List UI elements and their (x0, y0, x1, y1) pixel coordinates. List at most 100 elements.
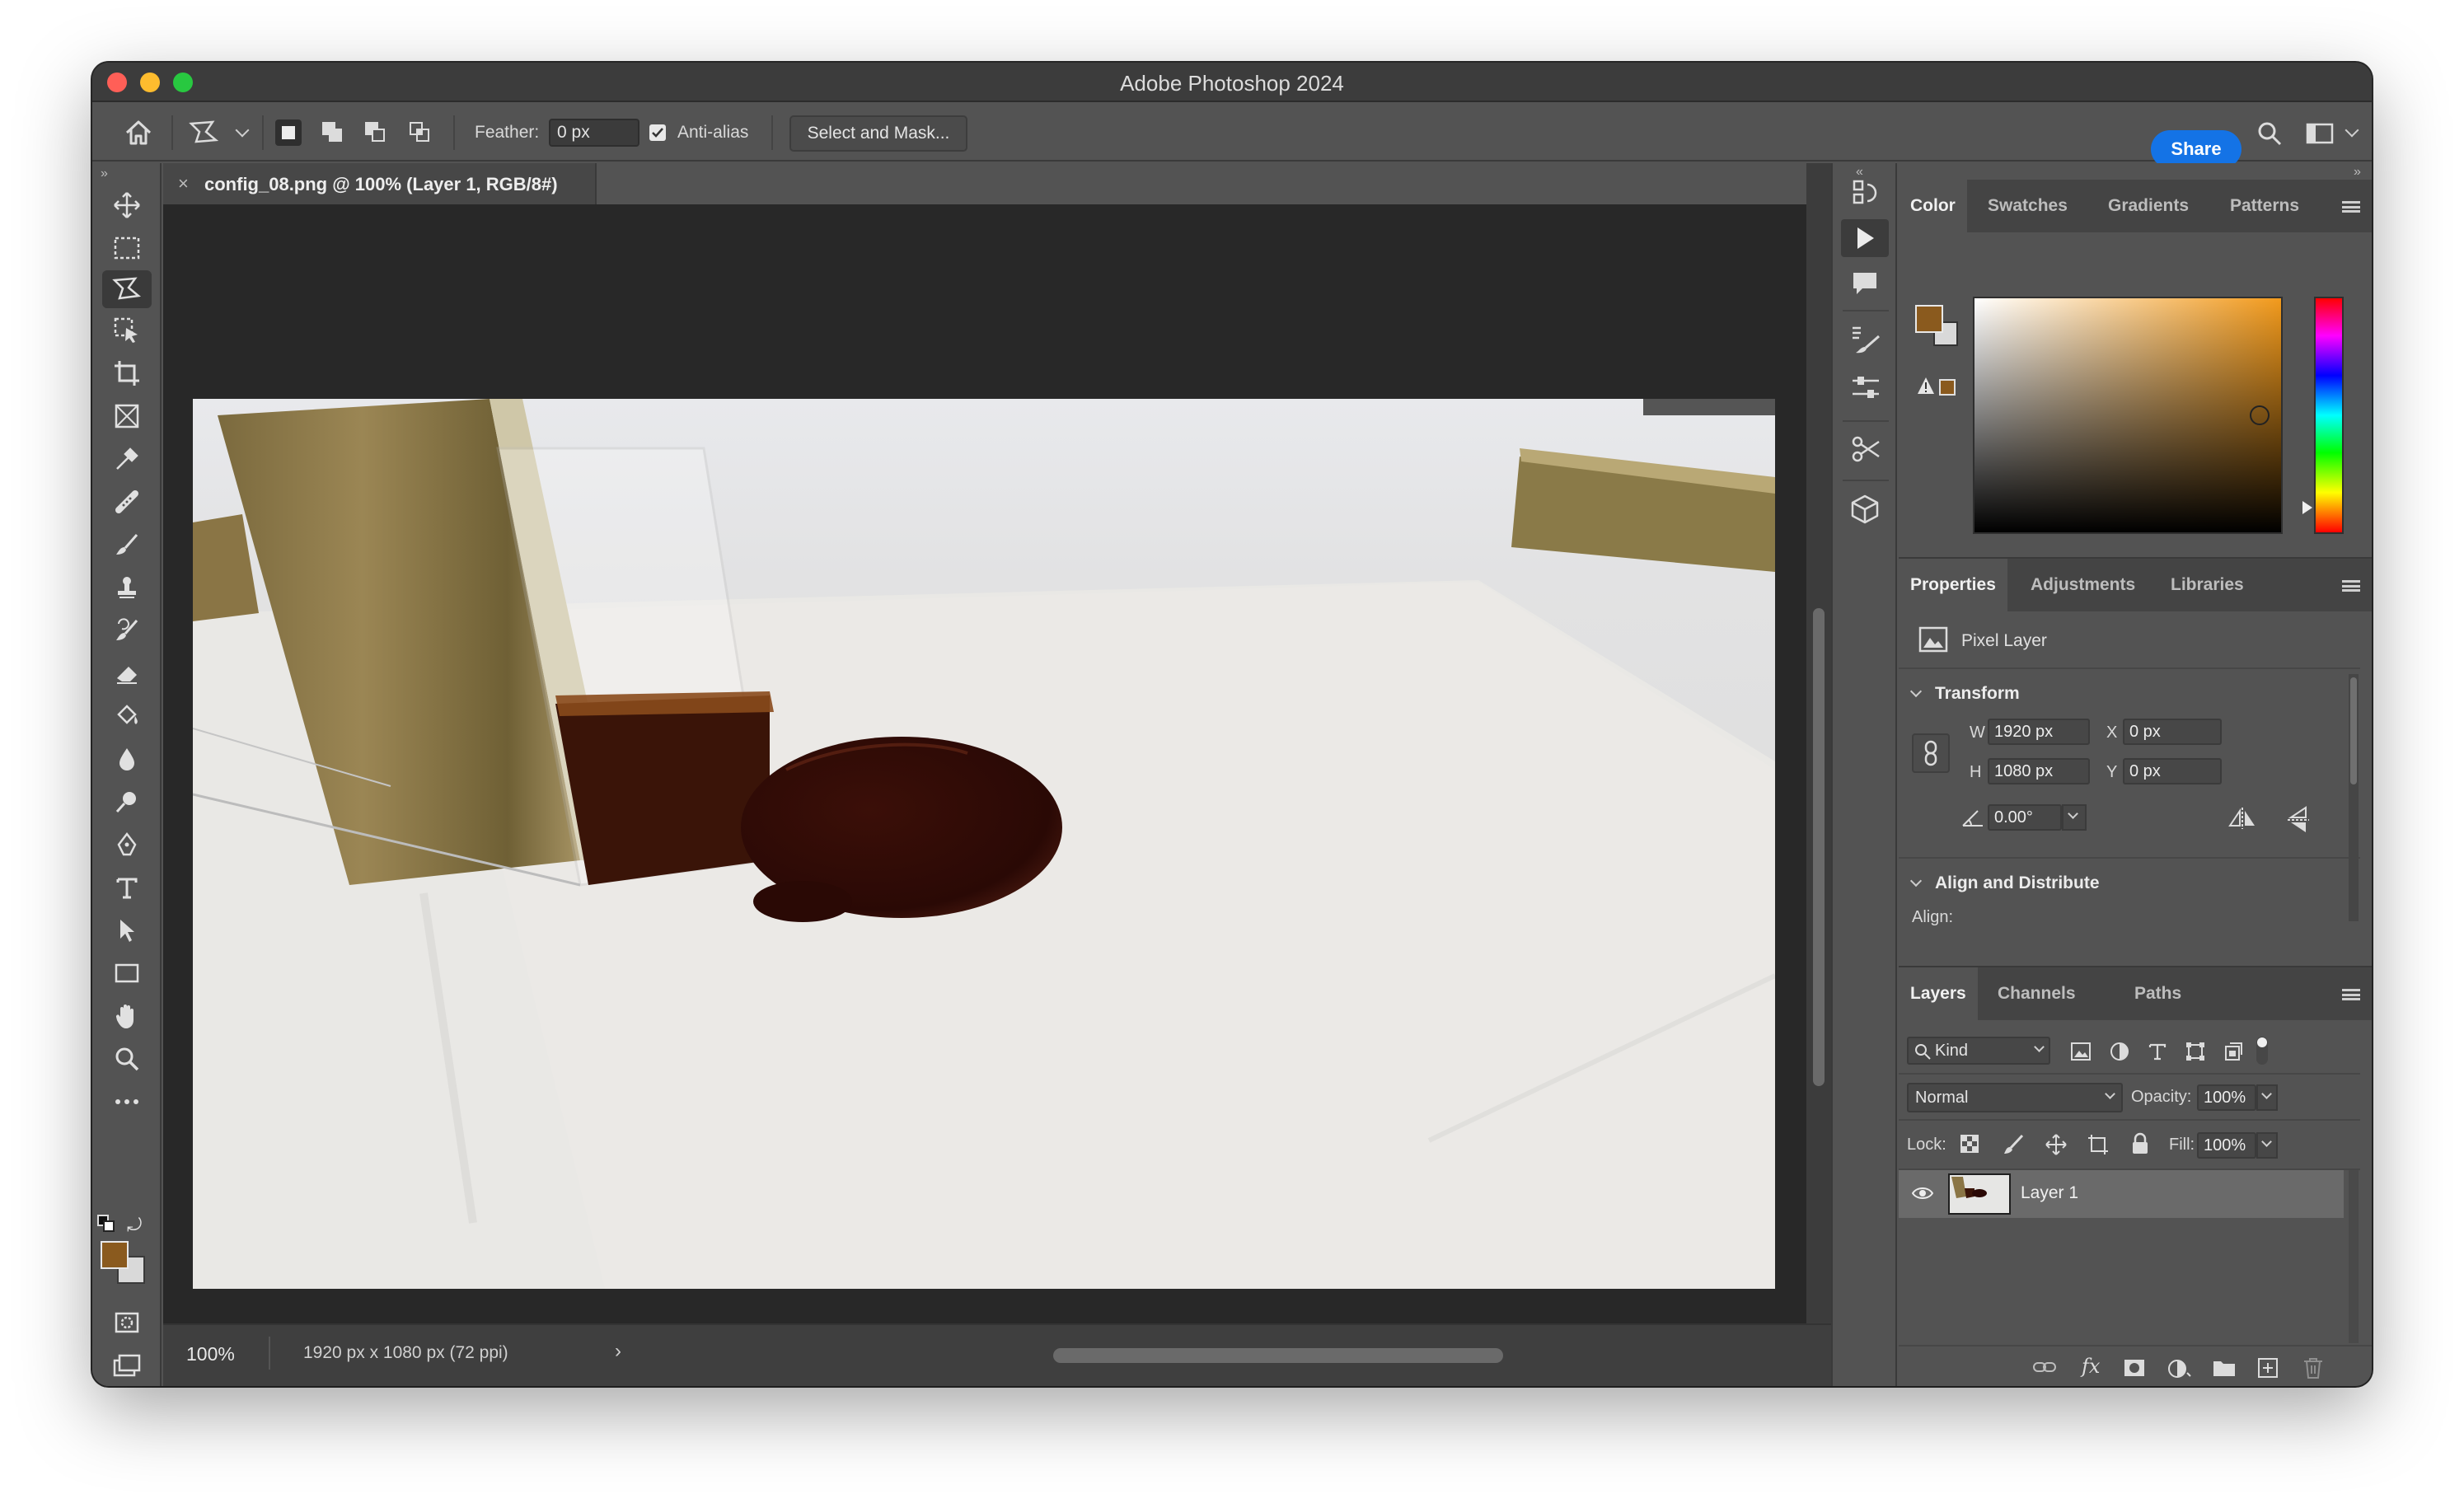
zoom-tool[interactable] (102, 1040, 152, 1078)
new-selection-button[interactable] (275, 119, 302, 146)
add-to-selection-button[interactable] (320, 119, 346, 146)
swap-colors-icon[interactable]: ⤾ (127, 1215, 142, 1236)
align-distribute-title[interactable]: Align and Distribute (1935, 873, 2100, 893)
chevron-down-icon[interactable] (1909, 874, 1923, 887)
lock-transparency-icon[interactable] (1960, 1134, 1979, 1154)
visibility-eye-icon[interactable] (1912, 1185, 1933, 1201)
flip-vertical-icon[interactable] (2286, 806, 2311, 834)
select-and-mask-button[interactable]: Select and Mask... (789, 115, 967, 152)
polygonal-lasso-icon[interactable] (188, 119, 221, 147)
chevron-down-icon[interactable] (235, 123, 250, 138)
filter-shape-icon[interactable] (2185, 1042, 2205, 1061)
link-dimensions-icon[interactable] (1912, 733, 1950, 773)
hue-slider[interactable] (2314, 297, 2344, 534)
vertical-scroll-thumb[interactable] (1813, 608, 1825, 1086)
layer-filter-select[interactable]: Kind (1907, 1037, 2050, 1065)
hand-tool[interactable] (102, 997, 152, 1035)
tab-adjustments[interactable]: Adjustments (2031, 559, 2135, 611)
properties-scroll-thumb[interactable] (2350, 677, 2357, 784)
out-of-gamut-warning-icon[interactable] (1917, 376, 1958, 401)
panel-menu-icon[interactable] (2342, 989, 2360, 1000)
canvas-area[interactable] (163, 204, 1806, 1323)
home-icon[interactable] (124, 119, 153, 147)
quick-mask-button[interactable] (102, 1304, 152, 1342)
edit-toolbar-button[interactable] (102, 1083, 152, 1121)
filter-pixel-icon[interactable] (2070, 1042, 2092, 1061)
anti-alias-checkbox[interactable] (649, 124, 666, 141)
chevron-down-icon[interactable] (1909, 685, 1923, 698)
spot-healing-tool[interactable] (102, 483, 152, 521)
close-tab-icon[interactable]: × (178, 173, 189, 194)
blur-tool[interactable] (102, 740, 152, 778)
layer-row[interactable]: Layer 1 (1899, 1170, 2344, 1218)
tool-presets-icon[interactable] (1851, 435, 1881, 463)
dodge-tool[interactable] (102, 783, 152, 821)
vertical-scrollbar[interactable] (1806, 163, 1831, 1386)
3d-cube-icon[interactable] (1851, 494, 1879, 524)
filter-adjustment-icon[interactable] (2110, 1042, 2129, 1061)
workspace-icon[interactable] (2306, 122, 2334, 145)
document-tab[interactable]: × config_08.png @ 100% (Layer 1, RGB/8#) (163, 163, 597, 204)
eyedropper-tool[interactable] (102, 440, 152, 478)
actions-icon-bg[interactable] (1841, 219, 1889, 257)
tab-patterns[interactable]: Patterns (2230, 180, 2299, 232)
paint-bucket-tool[interactable] (102, 697, 152, 735)
layer-thumbnail[interactable] (1948, 1173, 2011, 1215)
object-selection-tool[interactable] (102, 311, 152, 349)
rectangle-tool[interactable] (102, 954, 152, 992)
screen-mode-button[interactable] (102, 1346, 152, 1384)
comments-icon[interactable] (1851, 270, 1879, 297)
brush-tool[interactable] (102, 526, 152, 564)
opacity-input[interactable]: 100% (2197, 1084, 2256, 1111)
tab-color[interactable]: Color (1899, 180, 1967, 232)
blend-mode-select[interactable]: Normal (1907, 1083, 2123, 1112)
filter-toggle[interactable] (2256, 1037, 2268, 1065)
eraser-tool[interactable] (102, 654, 152, 692)
tab-swatches[interactable]: Swatches (1988, 180, 2068, 232)
lock-position-icon[interactable] (2045, 1134, 2067, 1155)
subtract-from-selection-button[interactable] (363, 119, 389, 146)
crop-tool[interactable] (102, 354, 152, 392)
polygonal-lasso-tool[interactable] (102, 270, 152, 308)
delete-layer-trash-icon[interactable] (2302, 1356, 2324, 1379)
layer-style-fx-icon[interactable]: fx (2082, 1355, 2100, 1378)
adjust-brush-icon[interactable] (1851, 374, 1881, 402)
opacity-dropdown[interactable] (2256, 1084, 2278, 1111)
collapse-toolbar-icon[interactable]: » (101, 166, 108, 181)
fill-dropdown[interactable] (2256, 1132, 2278, 1159)
y-input[interactable]: 0 px (2123, 758, 2222, 784)
lock-all-icon[interactable] (2131, 1132, 2149, 1155)
document-info[interactable]: 1920 px x 1080 px (72 ppi) (303, 1343, 508, 1363)
brush-settings-icon[interactable] (1851, 325, 1881, 354)
tab-layers[interactable]: Layers (1899, 967, 1978, 1020)
hue-slider-marker[interactable] (2302, 501, 2312, 514)
filter-type-icon[interactable] (2148, 1042, 2167, 1061)
fill-input[interactable]: 100% (2197, 1132, 2256, 1159)
lock-pixels-icon[interactable] (2003, 1134, 2024, 1155)
path-selection-tool[interactable] (102, 911, 152, 949)
panel-fg-color[interactable] (1915, 305, 1943, 333)
link-layers-icon[interactable] (2032, 1360, 2057, 1375)
height-input[interactable]: 1080 px (1988, 758, 2090, 784)
move-tool[interactable] (102, 186, 152, 224)
history-icon[interactable] (1851, 178, 1879, 208)
tab-gradients[interactable]: Gradients (2108, 180, 2189, 232)
panel-menu-icon[interactable] (2342, 580, 2360, 592)
rectangular-marquee-tool[interactable] (102, 229, 152, 267)
color-field[interactable] (1973, 297, 2283, 534)
pen-tool[interactable] (102, 826, 152, 864)
angle-input[interactable]: 0.00° (1988, 804, 2062, 831)
new-group-folder-icon[interactable] (2212, 1358, 2237, 1378)
layers-scrollbar[interactable] (2349, 1170, 2359, 1343)
canvas-image[interactable] (193, 399, 1775, 1289)
new-layer-icon[interactable] (2256, 1356, 2279, 1379)
transform-section-title[interactable]: Transform (1935, 684, 2020, 704)
feather-input[interactable]: 0 px (549, 119, 639, 147)
search-icon[interactable] (2256, 120, 2283, 147)
lock-artboard-icon[interactable] (2087, 1134, 2110, 1155)
tab-paths[interactable]: Paths (2134, 967, 2181, 1020)
new-adjustment-layer-icon[interactable] (2167, 1358, 2192, 1379)
flip-horizontal-icon[interactable] (2228, 806, 2256, 831)
properties-scrollbar[interactable] (2349, 674, 2359, 921)
tab-channels[interactable]: Channels (1998, 967, 2076, 1020)
